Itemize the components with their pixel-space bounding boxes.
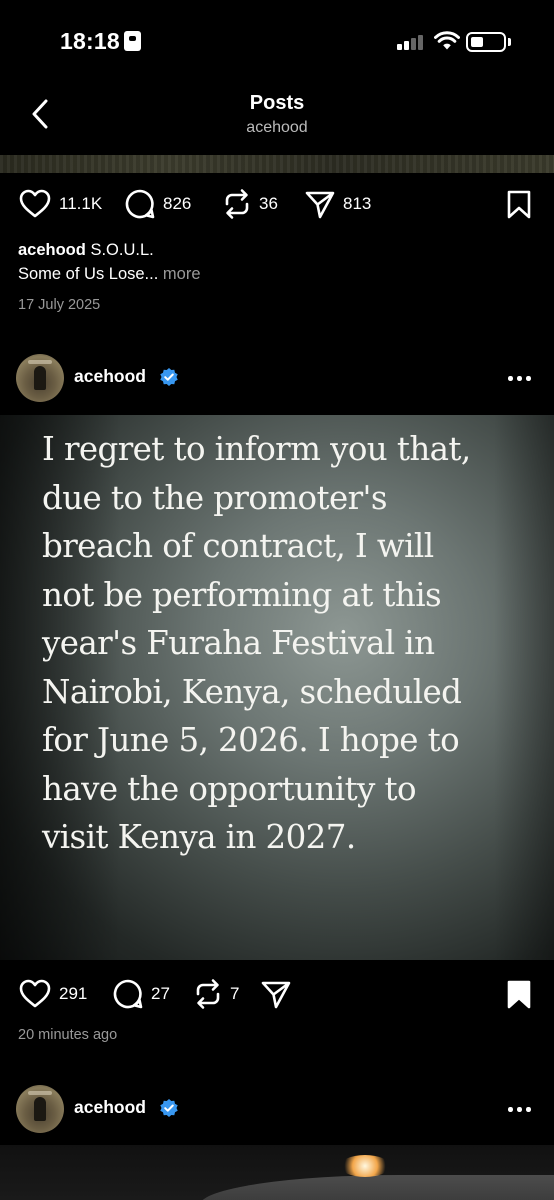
more-options-button[interactable] bbox=[508, 1099, 532, 1119]
bookmark-icon bbox=[507, 190, 531, 219]
post-image[interactable]: I regret to inform you that, due to the … bbox=[0, 415, 554, 960]
share-button[interactable]: 813 bbox=[304, 184, 371, 224]
share-count: 813 bbox=[343, 194, 372, 213]
bookmark-button[interactable] bbox=[506, 980, 532, 1015]
comment-icon bbox=[125, 189, 155, 219]
comment-button[interactable]: 826 bbox=[124, 184, 191, 224]
status-bar: 18:18 bbox=[0, 0, 554, 80]
wifi-icon bbox=[434, 31, 460, 50]
caption-text-line1: S.O.U.L. bbox=[90, 241, 154, 259]
heart-icon bbox=[19, 189, 51, 218]
focus-mode-icon bbox=[124, 31, 141, 51]
avatar[interactable] bbox=[16, 1085, 64, 1133]
repost-icon bbox=[225, 189, 249, 219]
post-statement-text: I regret to inform you that, due to the … bbox=[42, 430, 471, 856]
post-date: 17 July 2025 bbox=[18, 297, 101, 313]
repost-button[interactable]: 36 bbox=[222, 184, 278, 224]
previous-post-actions: 11.1K 826 36 813 bbox=[0, 184, 554, 224]
battery-tip bbox=[508, 38, 511, 46]
repost-icon bbox=[196, 979, 220, 1009]
post-actions: 291 27 7 bbox=[0, 974, 554, 1014]
battery-icon bbox=[466, 32, 506, 52]
page-title: Posts bbox=[249, 92, 305, 114]
post-username[interactable]: acehood bbox=[74, 366, 146, 387]
post-header: acehood bbox=[0, 354, 554, 410]
comment-count: 27 bbox=[151, 984, 170, 1003]
repost-count: 36 bbox=[259, 194, 278, 213]
next-post-image[interactable] bbox=[0, 1145, 554, 1200]
more-options-button[interactable] bbox=[508, 368, 532, 388]
like-button[interactable]: 11.1K bbox=[18, 184, 102, 224]
verified-icon bbox=[160, 1099, 178, 1117]
previous-post-image[interactable] bbox=[0, 155, 554, 173]
page-subtitle: acehood bbox=[246, 119, 308, 136]
share-button[interactable] bbox=[260, 974, 292, 1014]
like-count: 291 bbox=[59, 984, 88, 1003]
status-time: 18:18 bbox=[60, 28, 120, 54]
bookmark-filled-icon bbox=[507, 980, 531, 1009]
comment-button[interactable]: 27 bbox=[112, 974, 170, 1014]
post-timestamp: 20 minutes ago bbox=[18, 1027, 118, 1043]
comment-icon bbox=[113, 979, 143, 1009]
next-post-header: acehood bbox=[0, 1085, 554, 1141]
heart-icon bbox=[19, 979, 51, 1008]
caption-username[interactable]: acehood bbox=[18, 241, 86, 259]
caption-more-link[interactable]: more bbox=[163, 265, 201, 283]
previous-post-caption: acehood S.O.U.L. Some of Us Lose... more bbox=[18, 238, 201, 286]
repost-button[interactable]: 7 bbox=[193, 974, 239, 1014]
repost-count: 7 bbox=[230, 984, 240, 1003]
cellular-signal-icon bbox=[397, 34, 427, 50]
share-icon bbox=[261, 981, 291, 1009]
like-button[interactable]: 291 bbox=[18, 974, 87, 1014]
like-count: 11.1K bbox=[59, 194, 103, 213]
post-username[interactable]: acehood bbox=[74, 1097, 146, 1118]
caption-text-line2: Some of Us Lose... bbox=[18, 265, 159, 283]
nav-header: Posts acehood bbox=[0, 80, 554, 155]
verified-icon bbox=[160, 368, 178, 386]
comment-count: 826 bbox=[163, 194, 192, 213]
bookmark-button[interactable] bbox=[506, 190, 532, 225]
avatar[interactable] bbox=[16, 354, 64, 402]
share-icon bbox=[305, 191, 335, 219]
